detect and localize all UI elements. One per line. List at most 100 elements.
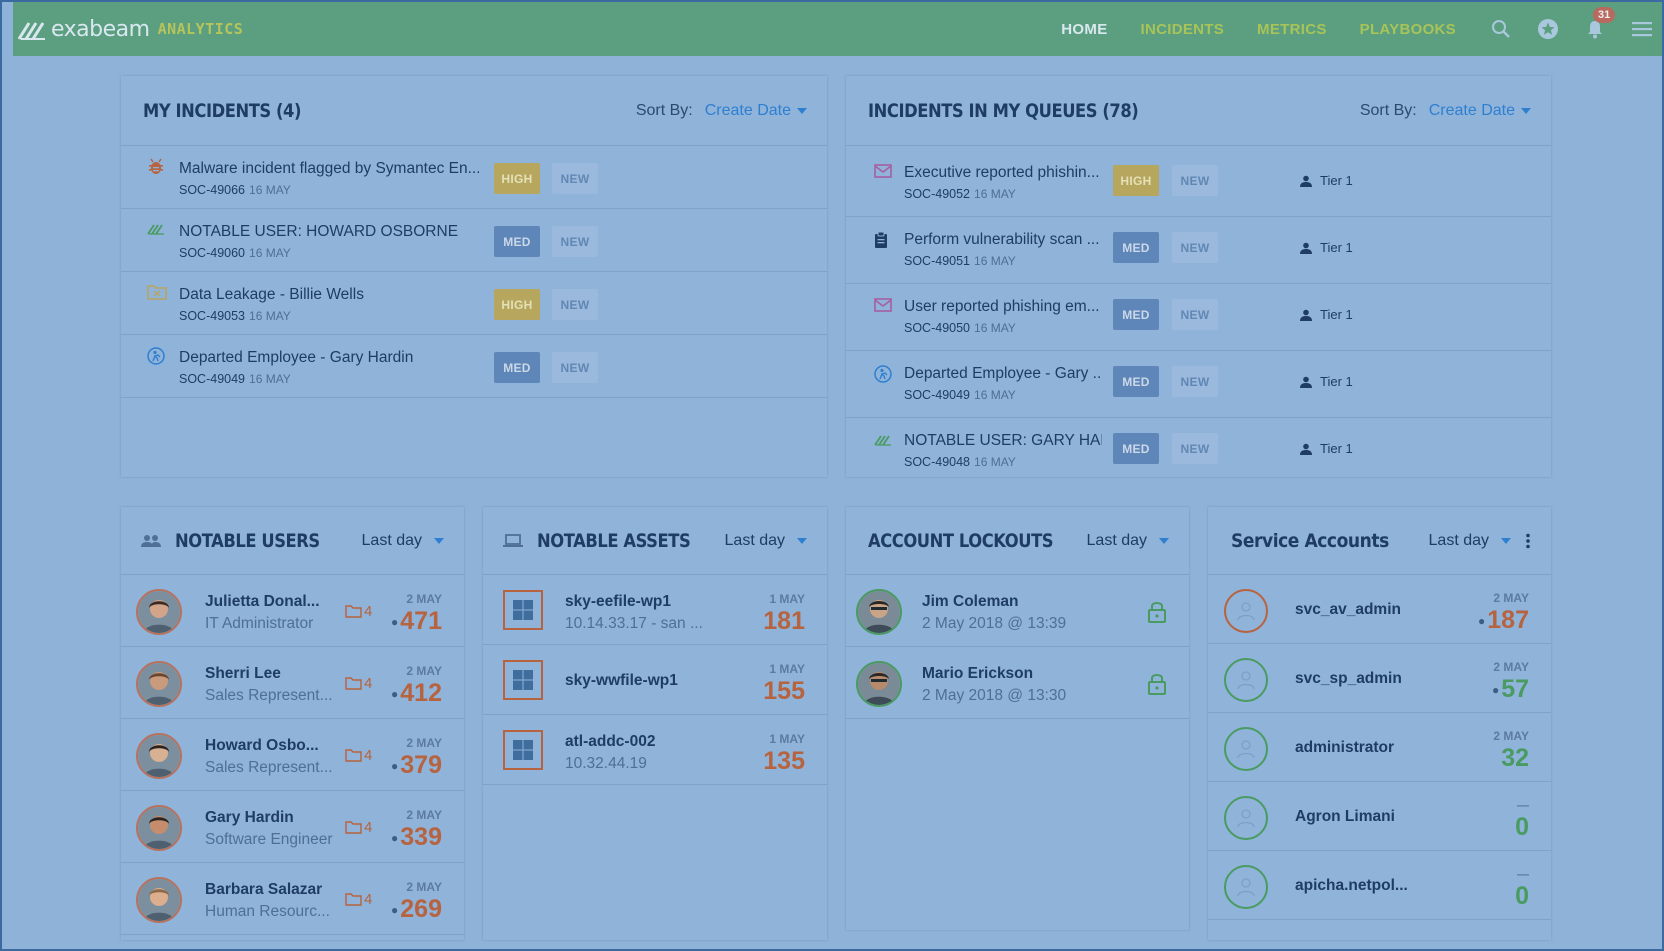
risk-score-wrap: 0	[1515, 882, 1529, 911]
star-icon[interactable]	[1536, 17, 1560, 41]
asset-name[interactable]: sky-wwfile-wp1	[565, 672, 715, 690]
risk-score-wrap: ●379	[391, 751, 442, 780]
service-account-name[interactable]: svc_av_admin	[1295, 601, 1425, 619]
asset-name[interactable]: sky-eefile-wp1	[565, 593, 715, 611]
queue-name: Tier 1	[1320, 173, 1353, 188]
severity-badge: HIGH	[494, 289, 540, 320]
avatar[interactable]	[136, 733, 182, 779]
search-icon[interactable]	[1489, 17, 1513, 41]
user-name[interactable]: Mario Erickson	[922, 665, 1122, 683]
service-account-name[interactable]: administrator	[1295, 739, 1425, 757]
incident-title[interactable]: Perform vulnerability scan ...	[904, 231, 1102, 249]
avatar[interactable]	[856, 661, 902, 707]
nav-playbooks[interactable]: PLAYBOOKS	[1360, 21, 1456, 38]
user-name[interactable]: Barbara Salazar	[205, 881, 333, 899]
service-account-avatar-icon[interactable]	[1224, 865, 1268, 909]
nav-metrics[interactable]: METRICS	[1257, 21, 1327, 38]
notable-users-period[interactable]: Last day	[362, 507, 444, 575]
chevron-down-icon[interactable]	[434, 538, 444, 544]
user-name[interactable]: Julietta Donal...	[205, 593, 333, 611]
case-count: 4	[364, 891, 373, 908]
queue-incidents-sort[interactable]: Sort By: Create Date	[1360, 76, 1531, 146]
avatar[interactable]	[136, 589, 182, 635]
my-incidents-sort[interactable]: Sort By: Create Date	[636, 76, 807, 146]
incident-title[interactable]: Data Leakage - Billie Wells	[179, 286, 479, 304]
notable-asset-row[interactable]: atl-addc-002 10.32.44.19 1 MAY 135	[483, 715, 827, 785]
notifications-bell-icon[interactable]: 31	[1583, 7, 1616, 41]
notable-user-row[interactable]: Howard Osbo... Sales Represent... 4 2 MA…	[121, 719, 464, 791]
hamburger-menu-icon[interactable]	[1630, 17, 1654, 41]
notable-assets-period[interactable]: Last day	[725, 507, 807, 575]
notable-user-row[interactable]: Julietta Donal... IT Administrator 4 2 M…	[121, 575, 464, 647]
service-account-row[interactable]: svc_sp_admin 2 MAY ●57	[1208, 644, 1551, 713]
incident-row[interactable]: Malware incident flagged by Symantec En.…	[121, 146, 827, 209]
chevron-down-icon[interactable]	[797, 538, 807, 544]
period-value: Last day	[1086, 532, 1147, 549]
service-account-name[interactable]: svc_sp_admin	[1295, 670, 1425, 688]
incident-title[interactable]: Departed Employee - Gary Hardin	[179, 349, 479, 367]
service-account-row[interactable]: svc_av_admin 2 MAY ●187	[1208, 575, 1551, 644]
chevron-down-icon[interactable]	[1501, 538, 1511, 544]
notable-user-row[interactable]: Sherri Lee Sales Represent... 4 2 MAY ●4…	[121, 647, 464, 719]
risk-score: 57	[1501, 675, 1529, 703]
user-name[interactable]: Sherri Lee	[205, 665, 333, 683]
avatar[interactable]	[856, 589, 902, 635]
avatar[interactable]	[136, 661, 182, 707]
queue-name: Tier 1	[1320, 240, 1353, 255]
asset-name[interactable]: atl-addc-002	[565, 733, 715, 751]
lockout-row[interactable]: Mario Erickson 2 May 2018 @ 13:30	[846, 647, 1189, 719]
avatar[interactable]	[136, 805, 182, 851]
incident-title[interactable]: NOTABLE USER: HOWARD OSBORNE	[179, 223, 479, 241]
status-badge: NEW	[552, 226, 598, 257]
queue-incident-row[interactable]: User reported phishing em... SOC-49050 16…	[846, 284, 1551, 351]
incident-row[interactable]: NOTABLE USER: HOWARD OSBORNE SOC-49060 16…	[121, 209, 827, 272]
user-name[interactable]: Jim Coleman	[922, 593, 1122, 611]
service-account-name[interactable]: Agron Limani	[1295, 808, 1425, 826]
my-incidents-title: MY INCIDENTS (4)	[143, 99, 302, 122]
nav-home[interactable]: HOME	[1061, 21, 1107, 38]
user-name[interactable]: Gary Hardin	[205, 809, 333, 827]
incident-title[interactable]: User reported phishing em...	[904, 298, 1102, 316]
queue-incident-row[interactable]: Departed Employee - Gary ... SOC-49049 16…	[846, 351, 1551, 418]
incident-row[interactable]: Data Leakage - Billie Wells SOC-49053 16 …	[121, 272, 827, 335]
incident-row[interactable]: Departed Employee - Gary Hardin SOC-4904…	[121, 335, 827, 398]
service-account-row[interactable]: apicha.netpol... — 0	[1208, 851, 1551, 920]
service-account-avatar-icon[interactable]	[1224, 658, 1268, 702]
risk-date: 2 MAY	[1493, 660, 1529, 674]
user-name[interactable]: Howard Osbo...	[205, 737, 333, 755]
incident-title[interactable]: Departed Employee - Gary ...	[904, 365, 1102, 383]
service-account-name[interactable]: apicha.netpol...	[1295, 877, 1425, 895]
notable-asset-row[interactable]: sky-eefile-wp1 10.14.33.17 - san ... 1 M…	[483, 575, 827, 645]
user-cases[interactable]: 4	[345, 891, 372, 908]
notable-user-row[interactable]: Gary Hardin Software Engineer 4 2 MAY ●3…	[121, 791, 464, 863]
chevron-down-icon[interactable]	[1159, 538, 1169, 544]
queue-incident-row[interactable]: NOTABLE USER: GARY HAR... SOC-4904816 MA…	[846, 418, 1551, 477]
user-cases[interactable]: 4	[345, 819, 372, 836]
lockout-row[interactable]: Jim Coleman 2 May 2018 @ 13:39	[846, 575, 1189, 647]
sort-value[interactable]: Create Date	[1429, 102, 1515, 120]
account-lockouts-period[interactable]: Last day	[1087, 507, 1169, 575]
brand[interactable]: exabeam ANALYTICS	[17, 2, 243, 56]
nav-incidents[interactable]: INCIDENTS	[1141, 21, 1225, 38]
service-account-row[interactable]: administrator 2 MAY 32	[1208, 713, 1551, 782]
notable-asset-row[interactable]: sky-wwfile-wp1 1 MAY 155	[483, 645, 827, 715]
incident-title[interactable]: NOTABLE USER: GARY HAR...	[904, 432, 1102, 450]
sort-value[interactable]: Create Date	[705, 102, 791, 120]
user-cases[interactable]: 4	[345, 747, 372, 764]
chevron-down-icon[interactable]	[1521, 108, 1531, 114]
service-account-avatar-icon[interactable]	[1224, 589, 1268, 633]
service-account-avatar-icon[interactable]	[1224, 727, 1268, 771]
service-accounts-period[interactable]: Last day	[1429, 507, 1511, 575]
service-account-avatar-icon[interactable]	[1224, 796, 1268, 840]
queue-incident-row[interactable]: Executive reported phishin... SOC-49052 1…	[846, 150, 1551, 217]
queue-incident-row[interactable]: Perform vulnerability scan ... SOC-49051…	[846, 217, 1551, 284]
user-cases[interactable]: 4	[345, 675, 372, 692]
service-account-row[interactable]: Agron Limani — 0	[1208, 782, 1551, 851]
chevron-down-icon[interactable]	[797, 108, 807, 114]
avatar[interactable]	[136, 877, 182, 923]
notable-user-row[interactable]: Barbara Salazar Human Resourc... 4 2 MAY…	[121, 863, 464, 935]
more-vertical-icon[interactable]	[1525, 533, 1531, 549]
incident-title[interactable]: Executive reported phishin...	[904, 164, 1102, 182]
user-cases[interactable]: 4	[345, 603, 372, 620]
incident-title[interactable]: Malware incident flagged by Symantec En.…	[179, 160, 479, 178]
